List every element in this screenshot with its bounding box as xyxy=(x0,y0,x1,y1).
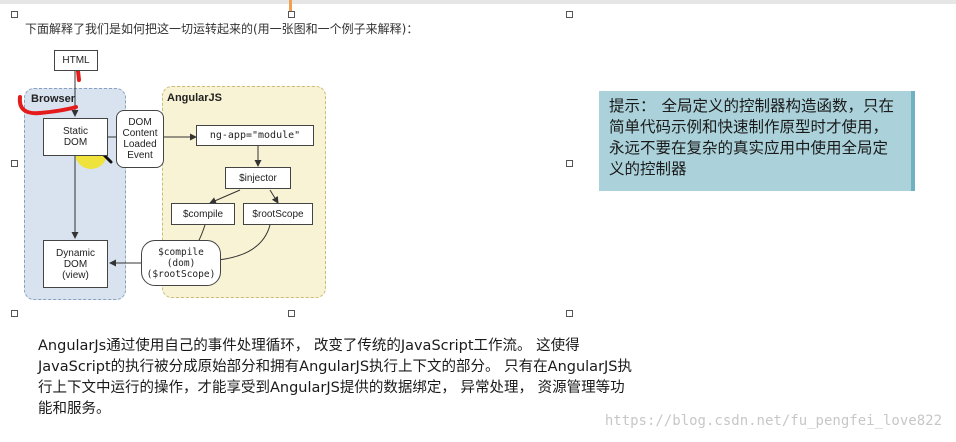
paragraph-line-2: JavaScript的执行被分成原始部分和拥有AngularJS执行上下文的部分… xyxy=(38,359,633,375)
red-underline-mark xyxy=(17,95,78,116)
static-dom-line-2: DOM xyxy=(63,137,88,148)
injector-node: $injector xyxy=(225,167,291,189)
tip-label: 提示： xyxy=(609,97,656,115)
dynamic-dom-node: Dynamic DOM (view) xyxy=(43,240,108,288)
paragraph-line-3: 行上下文中运行的操作，才能享受到AngularJS提供的数据绑定， 异常处理， … xyxy=(38,380,625,396)
compile-call-line-1: $compile xyxy=(158,246,204,258)
event-line-1: DOM xyxy=(128,117,152,128)
compile-call-node: $compile (dom) ($rootScope) xyxy=(141,240,221,286)
compile-node: $compile xyxy=(171,203,235,225)
rootscope-node: $rootScope xyxy=(243,203,313,225)
compile-call-line-2: (dom) xyxy=(166,257,196,269)
paragraph-line-1: AngularJs通过使用自己的事件处理循环， 改变了传统的JavaScript… xyxy=(38,338,580,354)
static-dom-line-1: Static xyxy=(62,126,88,137)
event-line-3: Loaded xyxy=(123,139,157,150)
dynamic-dom-line-2: DOM xyxy=(63,258,88,270)
body-paragraph: AngularJs通过使用自己的事件处理循环， 改变了传统的JavaScript… xyxy=(38,336,758,420)
event-line-4: Event xyxy=(127,150,153,161)
compile-call-line-3: ($rootScope) xyxy=(146,268,216,280)
static-dom-node: Static DOM xyxy=(43,118,108,156)
dynamic-dom-line-1: Dynamic xyxy=(56,247,95,259)
dynamic-dom-line-3: (view) xyxy=(62,269,89,281)
tip-box: 提示： 全局定义的控制器构造函数，只在简单代码示例和快速制作原型时才使用，永远不要… xyxy=(599,91,915,191)
ng-app-node: ng-app="module" xyxy=(196,125,314,146)
watermark-url: https://blog.csdn.net/fu_pengfei_love822 xyxy=(604,413,942,429)
dom-content-loaded-node: DOM Content Loaded Event xyxy=(116,110,164,168)
html-node: HTML xyxy=(54,50,98,71)
event-line-2: Content xyxy=(122,128,158,139)
